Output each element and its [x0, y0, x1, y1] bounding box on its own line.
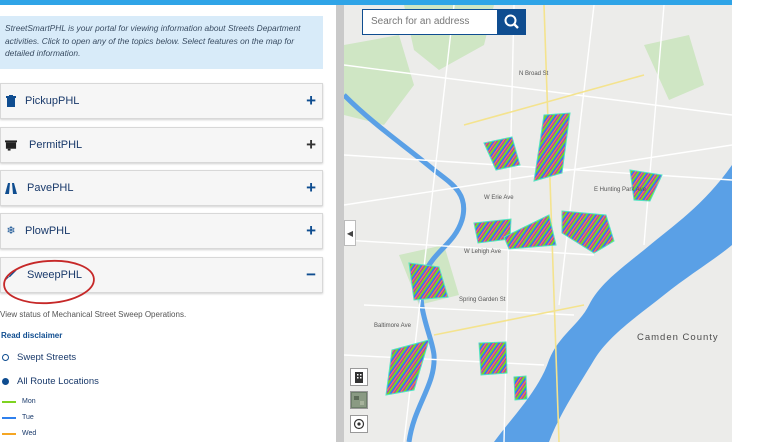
legend-label: Tue [22, 414, 34, 421]
legend-swatch [2, 400, 16, 403]
expand-icon[interactable]: + [306, 136, 316, 153]
map-canvas[interactable]: W Erie Ave E Hunting Park Ave W Lehigh A… [344, 5, 732, 442]
accordion-plowphl[interactable]: ❄ PlowPHL + [0, 213, 323, 249]
imagery-toggle-button[interactable] [350, 391, 368, 409]
intro-line: StreetSmartPHL is your portal for viewin… [5, 23, 301, 33]
accordion-pickupphl[interactable]: PickupPHL + [0, 83, 323, 119]
radio-icon[interactable] [2, 378, 9, 385]
map-street-label: W Erie Ave [484, 195, 514, 201]
sweep-description: View status of Mechanical Street Sweep O… [0, 310, 187, 319]
map-label-camden: Camden County [637, 332, 719, 343]
collapse-panel-button[interactable]: ◀ [344, 220, 356, 246]
map-street-label: E Hunting Park Ave [594, 187, 646, 193]
hand-drawn-circle-annotation [3, 259, 95, 305]
option-label: Swept Streets [17, 352, 77, 363]
sidebar-panel: StreetSmartPHL is your portal for viewin… [0, 5, 336, 442]
expand-icon[interactable]: + [306, 92, 316, 109]
radio-icon[interactable] [2, 354, 9, 361]
expand-icon[interactable]: + [306, 222, 316, 239]
legend-swatch [2, 432, 16, 435]
basemap-toggle-button[interactable] [350, 368, 368, 386]
legend-item-wed: Wed [2, 430, 36, 437]
disclaimer-link[interactable]: Read disclaimer [1, 331, 62, 340]
map-street-label: W Lehigh Ave [464, 249, 501, 255]
map-street-label: N Broad St [519, 71, 549, 77]
search-icon [504, 14, 519, 29]
legend-label: Wed [22, 430, 37, 437]
expand-icon[interactable]: + [306, 179, 316, 196]
building-icon [355, 372, 363, 383]
option-label: All Route Locations [17, 376, 99, 387]
intro-box: StreetSmartPHL is your portal for viewin… [0, 16, 323, 69]
satellite-thumbnail-icon [352, 393, 366, 407]
legend-swatch [2, 416, 16, 419]
snowflake-icon: ❄ [6, 225, 16, 237]
option-swept-streets[interactable]: Swept Streets [2, 352, 76, 363]
road-icon [5, 182, 17, 194]
legend-label: Mon [22, 398, 36, 405]
panel-splitter[interactable] [336, 5, 344, 442]
accordion-pavephl[interactable]: PavePHL + [0, 170, 323, 206]
legend-item-mon: Mon [2, 398, 36, 405]
map-street-label: Spring Garden St [459, 297, 506, 303]
option-all-route-locations[interactable]: All Route Locations [2, 376, 99, 387]
accordion-label: PlowPHL [25, 225, 71, 237]
address-search-input[interactable]: Search for an address [362, 9, 498, 35]
intro-line: detailed information. [5, 48, 81, 58]
accordion-label: PickupPHL [25, 95, 80, 107]
accordion-label: PavePHL [27, 182, 74, 194]
locate-me-button[interactable] [350, 415, 368, 433]
accordion-label: PermitPHL [29, 139, 83, 151]
legend-item-tue: Tue [2, 414, 34, 421]
accordion-permitphl[interactable]: PermitPHL + [0, 127, 323, 163]
right-margin [732, 0, 760, 442]
trash-icon [5, 95, 17, 107]
collapse-icon[interactable]: − [306, 266, 316, 283]
map-street-label: Baltimore Ave [374, 323, 411, 329]
locate-icon [353, 418, 365, 430]
search-button[interactable] [498, 9, 526, 35]
intro-line: activities. Click to open any of the top… [5, 35, 295, 46]
permit-icon [5, 139, 17, 151]
